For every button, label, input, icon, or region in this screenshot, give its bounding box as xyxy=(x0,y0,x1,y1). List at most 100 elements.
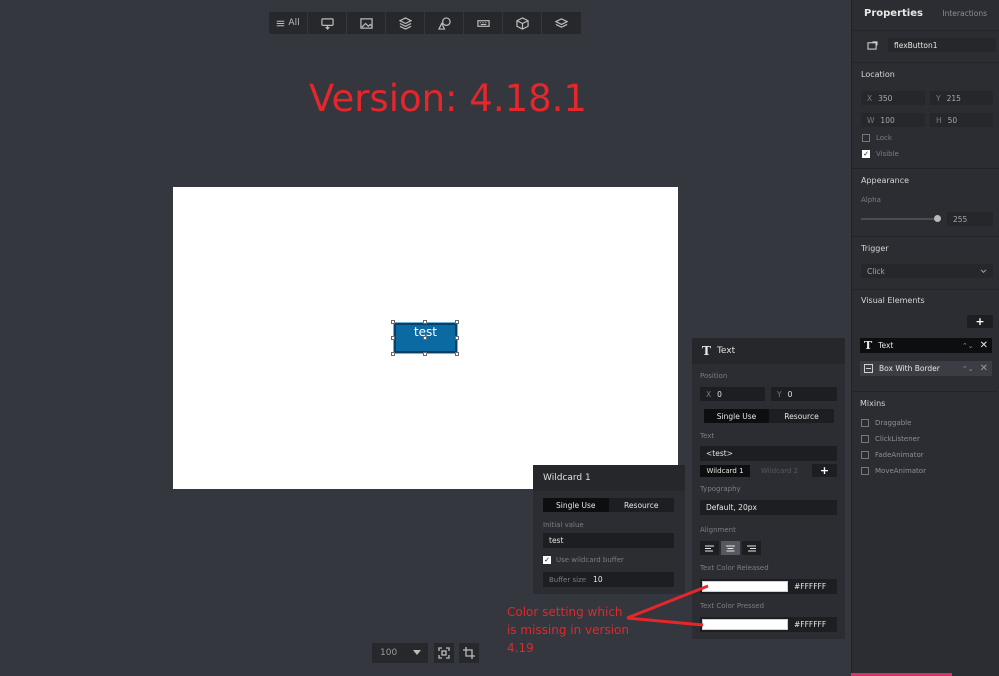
align-right-icon xyxy=(747,545,756,551)
mixin-checkbox[interactable] xyxy=(861,467,869,475)
keyboard-button[interactable] xyxy=(464,12,503,34)
location-y-key: Y xyxy=(936,93,941,103)
initial-value-label: Initial value xyxy=(543,521,584,529)
visual-element-label: Box With Border xyxy=(879,364,940,373)
reorder-arrows-icon[interactable]: ⌃⌄ xyxy=(962,342,974,350)
text-properties-panel: T Text Position X 0 Y 0 Single Use Resou… xyxy=(692,338,845,639)
mixin-clicklistener[interactable]: ClickListener xyxy=(861,435,920,443)
tab-interactions[interactable]: Interactions xyxy=(942,9,987,18)
position-y-field[interactable]: Y 0 xyxy=(771,387,837,401)
mixin-checkbox[interactable] xyxy=(861,419,869,427)
align-left-button[interactable] xyxy=(700,541,719,555)
color-released-label: Text Color Released xyxy=(700,564,769,572)
divider xyxy=(852,62,999,63)
visual-element-label: Text xyxy=(878,341,894,350)
lock-row: Lock xyxy=(862,134,892,142)
remove-element-icon[interactable]: ✕ xyxy=(980,363,992,374)
color-pressed-field[interactable]: #FFFFFF xyxy=(700,617,837,632)
top-toolbar: All xyxy=(269,12,581,34)
buffer-size-label: Buffer size xyxy=(549,575,587,584)
initial-value-text: test xyxy=(549,536,564,545)
color-pressed-value: #FFFFFF xyxy=(794,620,827,629)
zoom-select[interactable]: 100 xyxy=(372,643,428,663)
shapes-button[interactable] xyxy=(425,12,464,34)
resize-handle[interactable] xyxy=(391,352,395,356)
location-y-field[interactable]: Y 215 xyxy=(930,91,993,105)
use-buffer-label: Use wildcard buffer xyxy=(556,556,624,564)
interaction-button[interactable] xyxy=(308,12,347,34)
design-canvas[interactable]: test xyxy=(173,187,678,489)
resize-handle[interactable] xyxy=(391,336,395,340)
alpha-slider-track[interactable] xyxy=(861,218,941,220)
color-pressed-swatch[interactable] xyxy=(702,619,788,630)
wildcard-single-use-tab[interactable]: Single Use xyxy=(543,498,609,512)
location-w-field[interactable]: W 100 xyxy=(861,113,925,127)
typography-select[interactable]: Default, 20px xyxy=(700,500,837,515)
tab-properties[interactable]: Properties xyxy=(864,8,923,19)
resize-handle[interactable] xyxy=(391,320,395,324)
reorder-arrows-icon[interactable]: ⌃⌄ xyxy=(962,365,974,373)
crop-button[interactable] xyxy=(459,643,479,663)
resize-handle[interactable] xyxy=(423,336,427,340)
properties-tabs: Properties Interactions xyxy=(852,0,999,27)
wildcard-1-tab[interactable]: Wildcard 1 xyxy=(700,465,750,477)
position-x-field[interactable]: X 0 xyxy=(700,387,765,401)
alpha-slider-handle[interactable] xyxy=(934,215,941,222)
mixin-label: ClickListener xyxy=(875,435,920,443)
mixin-checkbox[interactable] xyxy=(861,451,869,459)
resize-handle[interactable] xyxy=(455,320,459,324)
location-h-value: 50 xyxy=(947,115,958,125)
location-x-field[interactable]: X 350 xyxy=(861,91,925,105)
interaction-icon xyxy=(320,17,334,30)
image-button[interactable] xyxy=(347,12,386,34)
mixin-draggable[interactable]: Draggable xyxy=(861,419,911,427)
color-pressed-label: Text Color Pressed xyxy=(700,602,765,610)
divider xyxy=(852,236,999,237)
divider xyxy=(852,289,999,290)
filter-all-button[interactable]: All xyxy=(269,12,308,34)
color-released-swatch[interactable] xyxy=(702,581,788,592)
add-visual-element-button[interactable]: + xyxy=(967,315,993,328)
wildcard-2-tab[interactable]: Wildcard 2 xyxy=(761,467,798,475)
layers-button[interactable] xyxy=(386,12,425,34)
mixin-moveanimator[interactable]: MoveAnimator xyxy=(861,467,926,475)
stack-button[interactable] xyxy=(542,12,581,34)
text-source-toggle: Single Use Resource xyxy=(704,409,834,423)
cube-button[interactable] xyxy=(503,12,542,34)
location-x-value: 350 xyxy=(878,93,893,103)
visual-element-text[interactable]: T Text ⌃⌄ ✕ xyxy=(860,338,992,353)
mixin-checkbox[interactable] xyxy=(861,435,869,443)
align-center-icon xyxy=(726,545,735,551)
lock-checkbox[interactable] xyxy=(862,134,870,142)
align-right-button[interactable] xyxy=(742,541,761,555)
position-y-value: 0 xyxy=(787,389,793,399)
color-released-field[interactable]: #FFFFFF xyxy=(700,579,837,594)
resize-handle[interactable] xyxy=(423,320,427,324)
mixin-fadeanimator[interactable]: FadeAnimator xyxy=(861,451,924,459)
visual-element-box-with-border[interactable]: Box With Border ⌃⌄ ✕ xyxy=(860,361,992,376)
initial-value-input[interactable]: test xyxy=(543,533,674,548)
location-w-key: W xyxy=(867,115,875,125)
alignment-label: Alignment xyxy=(700,526,736,534)
text-single-use-tab[interactable]: Single Use xyxy=(704,409,769,423)
resize-handle[interactable] xyxy=(455,352,459,356)
trigger-select[interactable]: Click xyxy=(861,264,993,278)
text-resource-tab[interactable]: Resource xyxy=(769,409,834,423)
add-wildcard-button[interactable]: + xyxy=(812,464,837,477)
use-buffer-checkbox[interactable] xyxy=(543,556,551,564)
buffer-size-field[interactable]: Buffer size 10 xyxy=(543,572,674,587)
visible-checkbox[interactable] xyxy=(862,150,870,158)
resize-handle[interactable] xyxy=(455,336,459,340)
alpha-value-field[interactable]: 255 xyxy=(947,212,993,226)
widget-name-input[interactable]: flexButton1 xyxy=(888,38,996,52)
fit-screen-button[interactable] xyxy=(434,643,454,663)
wildcard-resource-tab[interactable]: Resource xyxy=(609,498,675,512)
resize-handle[interactable] xyxy=(423,352,427,356)
remove-element-icon[interactable]: ✕ xyxy=(980,340,992,351)
text-input[interactable]: <test> xyxy=(700,446,837,461)
align-center-button[interactable] xyxy=(721,541,740,555)
position-x-key: X xyxy=(706,389,712,399)
buffer-size-value: 10 xyxy=(593,575,603,584)
location-h-field[interactable]: H 50 xyxy=(930,113,993,127)
text-input-value: <test> xyxy=(706,449,733,458)
